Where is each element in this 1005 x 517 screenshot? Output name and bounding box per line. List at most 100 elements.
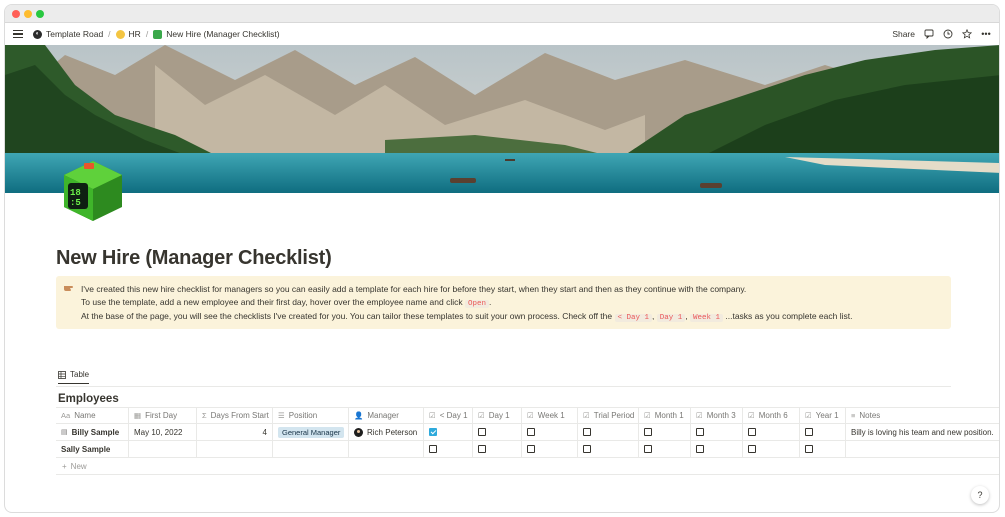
notes-cell[interactable]: Billy is loving his team and new positio… [846,424,999,440]
checkbox-property-icon: ☑ [805,411,812,420]
days-from-start-cell[interactable]: 4 [197,424,273,440]
checkbox[interactable] [429,428,437,436]
help-label: ? [977,490,983,500]
days-value: 4 [262,427,267,437]
column-label: < Day 1 [439,411,468,420]
history-clock-icon[interactable] [943,29,953,39]
manager-cell[interactable] [349,441,424,457]
month-3-cell[interactable] [691,424,743,440]
select-list-icon: ☰ [278,411,285,420]
code-before-day-1: < Day 1 [614,314,653,322]
employee-name: Billy Sample [71,427,120,437]
database-title[interactable]: Employees [58,393,119,405]
callout-text: To use the template, add a new employee … [81,296,465,307]
column-header-year-1[interactable]: ☑ Year 1 [800,408,846,423]
column-header-month-6[interactable]: ☑ Month 6 [743,408,800,423]
position-cell[interactable] [273,441,349,457]
column-header-month-1[interactable]: ☑ Month 1 [639,408,691,423]
sidebar-menu-icon[interactable] [13,30,23,38]
checkbox[interactable] [429,445,437,453]
trial-period-cell[interactable] [578,424,639,440]
day-1-cell[interactable] [473,424,522,440]
name-cell[interactable]: Sally Sample [56,441,129,457]
table-header-row: Aa Name ▦ First Day Σ Days From Start ☰ Posi… [56,407,999,424]
maximize-window-button[interactable] [36,10,44,18]
help-button[interactable]: ? [971,486,989,504]
checkbox[interactable] [644,428,652,436]
trial-period-cell[interactable] [578,441,639,457]
table-row[interactable]: Sally Sample [56,441,999,458]
checkbox[interactable] [527,428,535,436]
checkbox[interactable] [583,428,591,436]
checkbox[interactable] [748,445,756,453]
column-header-first-day[interactable]: ▦ First Day [129,408,197,423]
before-day-1-cell[interactable] [424,424,473,440]
column-header-notes[interactable]: ≡ Notes [846,408,999,423]
employees-table: Aa Name ▦ First Day Σ Days From Start ☰ Posi… [56,407,999,475]
share-button[interactable]: Share [892,29,915,39]
callout-text: ...tasks as you complete each list. [723,311,853,321]
column-label: Month 1 [654,411,684,420]
day-1-cell[interactable] [473,441,522,457]
more-options-icon[interactable]: ••• [981,29,991,39]
add-new-row-button[interactable]: + New [56,458,999,475]
year-1-cell[interactable] [800,424,846,440]
favorite-star-icon[interactable] [962,29,972,39]
checkbox[interactable] [805,445,813,453]
month-6-cell[interactable] [743,424,800,440]
before-day-1-cell[interactable] [424,441,473,457]
breadcrumb-template-road[interactable]: ◐ Template Road [33,29,103,39]
checkbox-property-icon: ☑ [644,411,651,420]
table-row[interactable]: ▤ Billy Sample May 10, 2022 4 General Man… [56,424,999,441]
checkbox[interactable] [644,445,652,453]
column-header-week-1[interactable]: ☑ Week 1 [522,408,578,423]
month-1-cell[interactable] [639,441,691,457]
checkbox[interactable] [748,428,756,436]
name-cell[interactable]: ▤ Billy Sample [56,424,129,440]
road-logo-icon: ◐ [33,29,42,39]
checkbox[interactable] [696,428,704,436]
minimize-window-button[interactable] [24,10,32,18]
column-header-trial-period[interactable]: ☑ Trial Period [578,408,639,423]
checkbox[interactable] [478,428,486,436]
column-header-month-3[interactable]: ☑ Month 3 [691,408,743,423]
callout-line-2: To use the template, add a new employee … [81,296,941,311]
tab-table-view[interactable]: Table [58,370,90,384]
comment-icon[interactable] [924,29,934,39]
cover-image [5,45,999,193]
breadcrumb-hr[interactable]: HR [115,29,141,39]
app-window: ◐ Template Road / HR / New Hire (Manager… [4,4,1000,513]
column-header-day-1[interactable]: ☑ Day 1 [473,408,522,423]
page-doc-icon: ▤ [61,429,68,436]
first-day-cell[interactable]: May 10, 2022 [129,424,197,440]
days-from-start-cell[interactable] [197,441,273,457]
position-cell[interactable]: General Manager [273,424,349,440]
callout-line-1: I've created this new hire checklist for… [81,284,747,294]
breadcrumb-label: Template Road [46,29,104,39]
year-1-cell[interactable] [800,441,846,457]
month-3-cell[interactable] [691,441,743,457]
column-header-position[interactable]: ☰ Position [273,408,349,423]
checkbox[interactable] [527,445,535,453]
checkbox[interactable] [696,445,704,453]
month-1-cell[interactable] [639,424,691,440]
week-1-cell[interactable] [522,441,578,457]
page-cube-icon[interactable]: 18 :5 [60,157,126,223]
breadcrumb-new-hire[interactable]: New Hire (Manager Checklist) [153,29,280,39]
checkbox[interactable] [583,445,591,453]
column-header-manager[interactable]: 👤 Manager [349,408,424,423]
first-day-cell[interactable] [129,441,197,457]
week-1-cell[interactable] [522,424,578,440]
checkbox[interactable] [805,428,813,436]
svg-text::5: :5 [70,198,81,208]
month-6-cell[interactable] [743,441,800,457]
breadcrumb-label: HR [128,29,141,39]
close-window-button[interactable] [12,10,20,18]
notes-cell[interactable] [846,441,999,457]
manager-cell[interactable]: Rich Peterson [349,424,424,440]
page-title: New Hire (Manager Checklist) [56,247,332,269]
column-header-before-day-1[interactable]: ☑ < Day 1 [424,408,473,423]
column-header-days-from-start[interactable]: Σ Days From Start [197,408,273,423]
column-header-name[interactable]: Aa Name [56,408,129,423]
checkbox[interactable] [478,445,486,453]
